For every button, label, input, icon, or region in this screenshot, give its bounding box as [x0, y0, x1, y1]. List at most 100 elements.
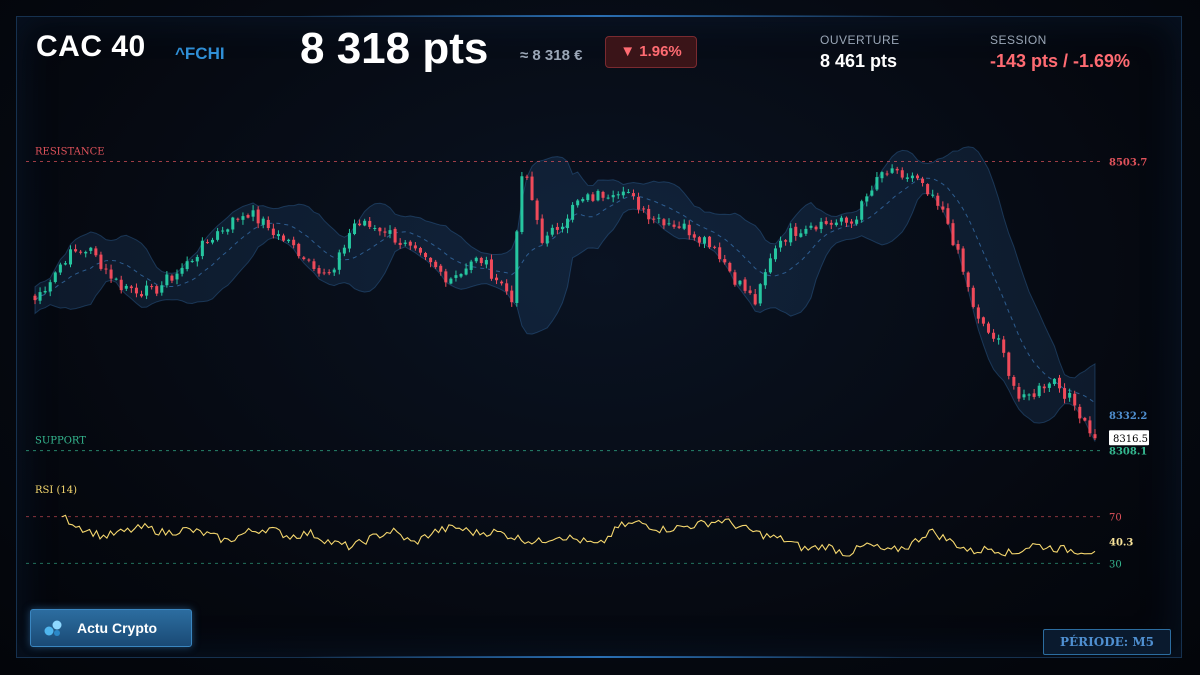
candle-body — [1002, 339, 1006, 353]
candle-body — [449, 278, 453, 284]
candle-body — [297, 243, 301, 257]
candle-body — [992, 332, 996, 339]
candle-body — [200, 240, 204, 257]
bollinger-band — [34, 146, 1096, 442]
candle-body — [114, 278, 118, 280]
candle-body — [251, 210, 255, 217]
candle-body — [555, 226, 559, 230]
candle-body — [844, 217, 848, 223]
candle-body — [439, 265, 443, 272]
candle-body — [966, 272, 970, 287]
candle-body — [292, 239, 296, 246]
candle-body — [672, 224, 676, 227]
candle-body — [976, 307, 980, 319]
period-selector[interactable]: PÉRIODE: M5 — [1043, 629, 1171, 655]
candle-body — [986, 323, 991, 333]
candle-body — [1063, 388, 1067, 399]
candle-body — [216, 231, 220, 240]
candle-body — [581, 199, 585, 202]
candle-body — [221, 230, 225, 232]
candle-body — [43, 290, 47, 293]
resistance-value: 8503.7 — [1109, 157, 1147, 168]
candle-body — [109, 269, 113, 279]
rsi-level-70: 70 — [1109, 513, 1122, 524]
candle-body — [347, 233, 351, 249]
candle-body — [342, 247, 346, 254]
candle-body — [1093, 434, 1097, 439]
candle-body — [322, 272, 326, 274]
candle-body — [667, 223, 671, 225]
rsi-line — [61, 514, 1096, 557]
candle-body — [53, 272, 57, 282]
candle-body — [794, 226, 798, 236]
candle-body — [145, 285, 149, 296]
candle-body — [515, 231, 519, 304]
candle-body — [1017, 386, 1021, 399]
candle-body — [682, 223, 686, 229]
candle-body — [571, 204, 575, 220]
candle-body — [185, 261, 189, 270]
candle-body — [586, 194, 590, 201]
candle-body — [1057, 377, 1062, 389]
rsi-level-30: 30 — [1109, 559, 1122, 570]
candle-body — [459, 273, 463, 277]
candle-body — [677, 226, 681, 228]
candle-body — [733, 272, 737, 285]
candle-body — [591, 194, 595, 201]
candle-body — [905, 177, 909, 179]
candle-body — [809, 225, 813, 228]
candle-body — [611, 195, 615, 198]
support-value: 8308.1 — [1109, 447, 1147, 458]
candle-body — [479, 257, 483, 264]
candle-body — [951, 223, 955, 246]
candle-body — [175, 273, 179, 280]
candle-body — [408, 241, 412, 246]
candle-body — [895, 168, 899, 171]
candle-body — [1052, 378, 1056, 385]
rsi-last-value: 40.3 — [1109, 537, 1133, 548]
candle-body — [708, 236, 712, 248]
candle-body — [723, 259, 727, 263]
candle-body — [1088, 420, 1092, 434]
candle-body — [910, 175, 914, 179]
candle-body — [941, 206, 945, 210]
candle-body — [266, 219, 270, 229]
candle-body — [327, 272, 331, 274]
candle-body — [413, 245, 417, 249]
candle-body — [129, 286, 133, 289]
candle-body — [139, 294, 144, 297]
candle-body — [469, 261, 473, 270]
candle-body — [510, 290, 514, 303]
candle-body — [753, 294, 757, 305]
candle-body — [434, 261, 438, 268]
candle-body — [1042, 386, 1046, 389]
candle-body — [784, 240, 788, 242]
candle-body — [961, 248, 965, 272]
candle-body — [276, 234, 280, 237]
candle-body — [429, 257, 433, 263]
candle-body — [566, 218, 570, 229]
candle-body — [1012, 376, 1016, 386]
candle-body — [971, 287, 975, 307]
candle-body — [134, 287, 138, 294]
candle-body — [302, 257, 306, 260]
candle-body — [165, 274, 169, 286]
candle-body — [307, 259, 311, 261]
candle-body — [84, 251, 88, 254]
brand-logo-icon — [44, 620, 62, 636]
brand-badge[interactable]: Actu Crypto — [30, 609, 192, 647]
candle-body — [63, 263, 67, 265]
candle-body — [1068, 392, 1072, 398]
rsi-label: RSI (14) — [35, 485, 77, 496]
candle-body — [256, 209, 260, 224]
candle-body — [424, 253, 428, 258]
candle-body — [393, 228, 397, 243]
candle-body — [1032, 393, 1036, 397]
candle-body — [616, 194, 620, 196]
candle-body — [353, 223, 357, 234]
candle-body — [875, 177, 879, 190]
candle-body — [576, 200, 580, 206]
candle-body — [287, 239, 291, 242]
resistance-label: RESISTANCE — [35, 146, 105, 157]
candle-body — [545, 235, 549, 244]
